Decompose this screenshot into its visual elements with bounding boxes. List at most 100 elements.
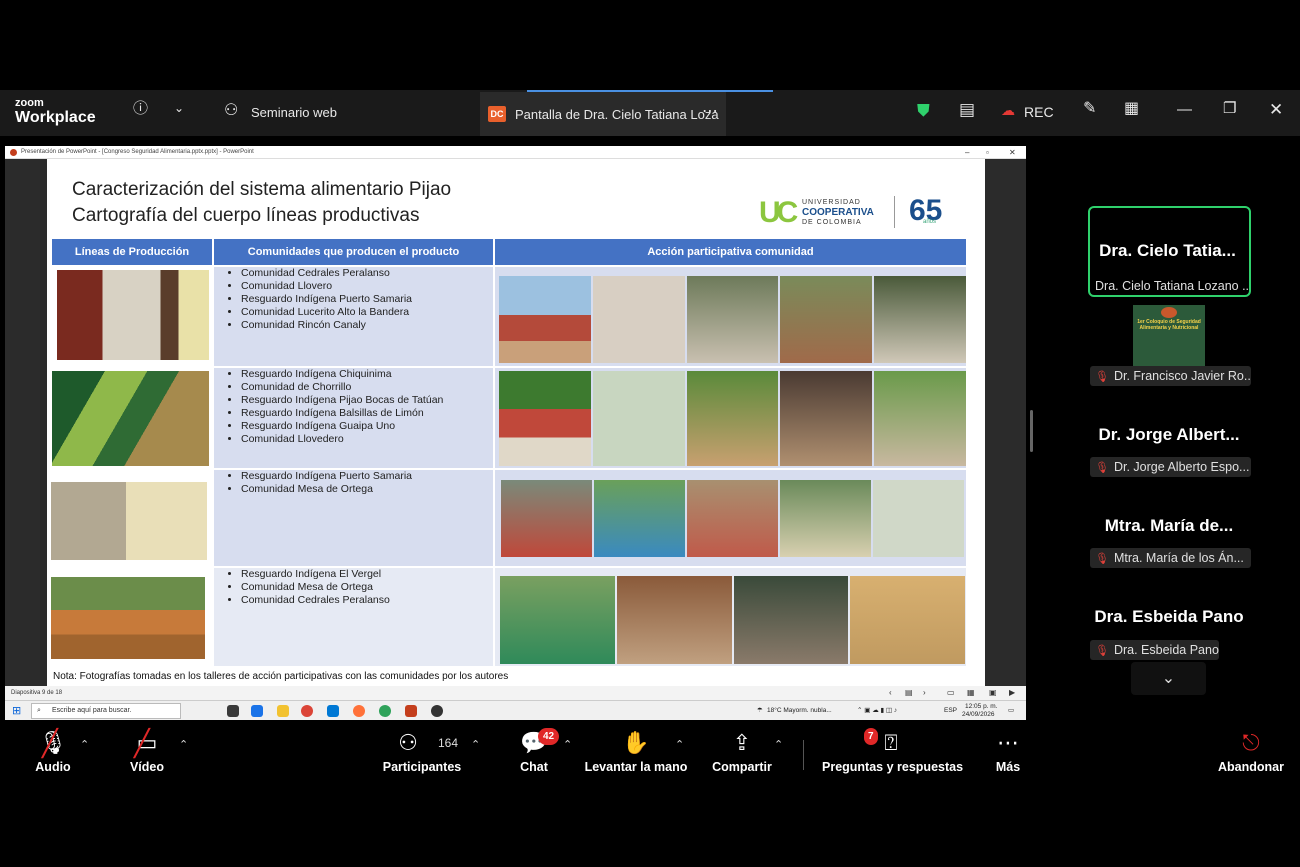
- restore-icon[interactable]: ❐: [1223, 101, 1236, 116]
- more-options-icon[interactable]: ⋯: [702, 104, 718, 120]
- share-label: Compartir: [712, 760, 772, 774]
- ppt-restore-icon[interactable]: ▫: [986, 146, 989, 159]
- anniversary-label: años: [923, 219, 937, 225]
- participant-label[interactable]: 🎙 Dra. Esbeida Pano: [1090, 640, 1219, 660]
- powerpoint-taskbar-icon[interactable]: [405, 705, 417, 717]
- edge-icon[interactable]: [379, 705, 391, 717]
- info-icon[interactable]: ⓘ: [133, 101, 148, 116]
- slide-stage: Caracterización del sistema alimentario …: [5, 159, 1026, 686]
- slideshow-view-icon[interactable]: ▶: [1009, 686, 1015, 700]
- scroll-down-button[interactable]: ⌄: [1131, 662, 1206, 695]
- mic-muted-icon: 🎙: [1095, 462, 1109, 474]
- audio-label: Audio: [35, 760, 71, 774]
- title-bar: zoom Workplace ⓘ ⌄ ⚇ Seminario web DC Pa…: [0, 90, 1300, 136]
- raise-hand-label: Levantar la mano: [584, 760, 688, 774]
- notes-icon[interactable]: ▤: [959, 101, 975, 118]
- close-icon[interactable]: ✕: [1269, 101, 1283, 118]
- windows-start-icon[interactable]: ⊞: [12, 705, 24, 717]
- chat-options-caret[interactable]: ⌃: [563, 738, 572, 751]
- slide-title-line1: Caracterización del sistema alimentario …: [72, 179, 452, 200]
- logo-small: zoom: [15, 97, 44, 109]
- participants-button[interactable]: ⚇ Participantes: [380, 720, 464, 790]
- webinar-icon: ⚇: [224, 102, 239, 119]
- annotate-icon[interactable]: ✎: [1083, 101, 1096, 117]
- mic-muted-icon: 🎙 ╱: [39, 728, 67, 758]
- panel-resize-handle[interactable]: [1030, 410, 1033, 452]
- minimize-icon[interactable]: —: [1177, 102, 1192, 117]
- community-list: Resguardo Indígena Puerto Samaria Comuni…: [214, 470, 412, 496]
- slide-counter: Diapositiva 9 de 18: [11, 690, 63, 696]
- windows-taskbar: ⊞ ⌕ Escribe aquí para buscar. ☂ 18°C May…: [5, 700, 1026, 720]
- qa-badge: 7: [864, 728, 878, 745]
- university-name: UNIVERSIDAD COOPERATIVA DE COLOMBIA: [802, 199, 874, 226]
- search-icon: ⌕: [37, 707, 41, 714]
- audio-options-caret[interactable]: ⌃: [80, 738, 89, 751]
- tray-icons[interactable]: ⌃ ▣ ☁ ▮ ◫ ♪: [857, 701, 897, 721]
- lang-indicator[interactable]: ESP: [944, 701, 957, 721]
- share-options-caret[interactable]: ⌃: [774, 738, 783, 751]
- meeting-toolbar: 🎙 ╱ Audio ⌃ ▭ ╱ Vídeo ⌃ ⚇ Participantes 16…: [0, 720, 1300, 790]
- community-list: Resguardo Indígena El Vergel Comunidad M…: [214, 568, 390, 607]
- more-label: Más: [995, 760, 1021, 774]
- prev-slide-icon[interactable]: ‹: [889, 686, 892, 700]
- share-tab[interactable]: DC Pantalla de Dra. Cielo Tatiana Loza ⋯: [480, 92, 726, 136]
- zoom-taskbar-icon[interactable]: [431, 705, 443, 717]
- participant-label: Dra. Cielo Tatiana Lozano ...: [1095, 279, 1249, 293]
- audio-button[interactable]: 🎙 ╱ Audio: [22, 720, 84, 790]
- product-image-panela: [51, 482, 207, 560]
- mic-muted-icon: 🎙: [1095, 553, 1109, 565]
- notifications-icon[interactable]: ▭: [1008, 701, 1014, 721]
- slide-menu-icon[interactable]: ▤: [905, 686, 913, 700]
- mic-muted-icon: 🎙: [1095, 645, 1109, 657]
- slide-note: Nota: Fotografías tomadas en los tallere…: [53, 671, 509, 682]
- slide-title-line2: Cartografía del cuerpo líneas productiva…: [72, 204, 420, 226]
- chrome-icon[interactable]: [301, 705, 313, 717]
- powerpoint-icon: [10, 149, 17, 156]
- next-slide-icon[interactable]: ›: [923, 686, 926, 700]
- participant-label[interactable]: 🎙 Dr. Francisco Javier Ro...: [1090, 366, 1251, 386]
- qa-button[interactable]: ⍰ Preguntas y respuestas: [822, 720, 963, 790]
- video-button[interactable]: ▭ ╱ Vídeo: [116, 720, 178, 790]
- taskbar-search[interactable]: ⌕ Escribe aquí para buscar.: [31, 703, 181, 719]
- participant-name-big: Mtra. María de...: [1104, 516, 1234, 535]
- normal-view-icon[interactable]: ▭: [947, 686, 955, 700]
- sharer-badge: DC: [488, 106, 506, 122]
- poster-logo-icon: [1161, 307, 1177, 318]
- leave-button[interactable]: ⎋ Abandonar: [1216, 720, 1286, 790]
- participants-options-caret[interactable]: ⌃: [471, 738, 480, 751]
- zoom-logo: zoom Workplace: [15, 98, 96, 126]
- firefox-icon[interactable]: [353, 705, 365, 717]
- community-list: Resguardo Indígena Chiquinima Comunidad …: [214, 368, 443, 446]
- participant-label[interactable]: 🎙 Mtra. María de los Án...: [1090, 548, 1251, 568]
- shield-icon[interactable]: ⛊: [917, 102, 930, 119]
- record-cloud-icon: ☁: [1001, 102, 1015, 118]
- share-button[interactable]: ⇪ Compartir: [708, 720, 776, 790]
- more-button[interactable]: ⋯ Más: [988, 720, 1028, 790]
- taskbar-search-text: Escribe aquí para buscar.: [52, 707, 132, 714]
- ppt-title-bar: Presentación de PowerPoint - [Congreso S…: [5, 146, 1026, 159]
- share-screen-icon: ⇪: [732, 730, 752, 755]
- ppt-close-icon[interactable]: ✕: [1009, 146, 1016, 159]
- leave-icon: ⎋: [1242, 730, 1260, 755]
- video-options-caret[interactable]: ⌃: [179, 738, 188, 751]
- file-explorer-icon[interactable]: [277, 705, 289, 717]
- share-tab-label: Pantalla de Dra. Cielo Tatiana Loza: [515, 107, 719, 122]
- task-view-icon[interactable]: [227, 705, 239, 717]
- ppt-minimize-icon[interactable]: –: [965, 146, 969, 159]
- weather-text: 18°C Mayorm. nubla...: [767, 707, 832, 714]
- windows-app-icon[interactable]: [327, 705, 339, 717]
- raise-hand-button[interactable]: ✋ Levantar la mano: [584, 720, 688, 790]
- mail-app-icon[interactable]: [251, 705, 263, 717]
- raise-hand-options-caret[interactable]: ⌃: [675, 738, 684, 751]
- participant-tile-active[interactable]: Dra. Cielo Tatia... Dra. Cielo Tatiana L…: [1088, 206, 1251, 297]
- participant-name-big: Dra. Cielo Tatia...: [1099, 241, 1236, 260]
- slide-title: Caracterización del sistema alimentario …: [72, 177, 451, 228]
- participant-name-big: Dr. Jorge Albert...: [1098, 425, 1240, 444]
- layout-icon[interactable]: ▦: [1124, 101, 1139, 117]
- rec-label[interactable]: REC: [1024, 104, 1054, 120]
- logo-divider: [894, 196, 895, 228]
- chevron-down-icon[interactable]: ⌄: [174, 102, 184, 114]
- hand-icon: ✋: [622, 730, 650, 755]
- participant-label[interactable]: 🎙 Dr. Jorge Alberto Espo...: [1090, 457, 1251, 477]
- chat-badge: 42: [538, 728, 560, 745]
